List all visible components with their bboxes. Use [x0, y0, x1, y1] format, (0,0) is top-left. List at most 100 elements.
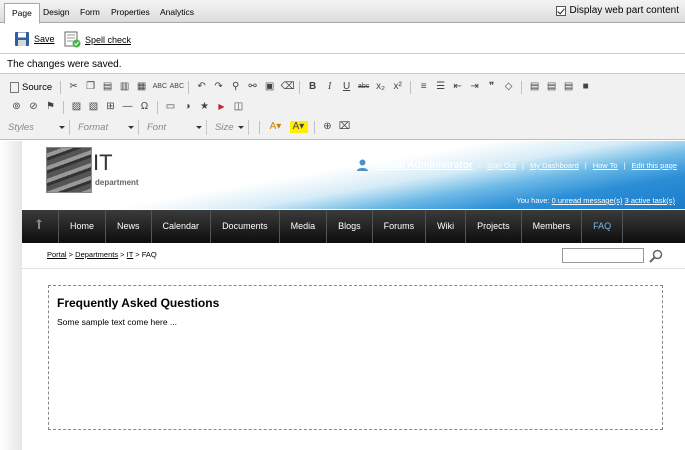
find-icon[interactable]: ⚲	[230, 81, 242, 93]
size-dropdown[interactable]: Size	[213, 119, 249, 135]
divider	[22, 268, 685, 269]
widget-icon[interactable]: ◫	[233, 101, 245, 113]
unread-messages-link[interactable]: 0 unread message(s)	[552, 196, 623, 205]
undo-icon[interactable]: ↶	[196, 81, 208, 93]
search-icon[interactable]	[649, 249, 663, 263]
horizontal-rule-icon[interactable]: ―	[122, 101, 134, 113]
editable-zone[interactable]: Frequently Asked Questions Some sample t…	[48, 285, 663, 430]
how-to-link[interactable]: How To	[593, 161, 618, 170]
tab-properties[interactable]: Properties	[104, 3, 157, 23]
content-title: Frequently Asked Questions	[57, 296, 220, 310]
superscript-icon[interactable]: x²	[392, 81, 404, 93]
justify-icon[interactable]: ■	[580, 81, 592, 93]
nav-calendar[interactable]: Calendar	[152, 210, 212, 243]
quick-image-icon[interactable]: ▧	[88, 101, 100, 113]
editor-margin	[0, 141, 22, 450]
tab-page[interactable]: Page	[4, 3, 40, 24]
quote-icon[interactable]: ❞	[486, 81, 498, 93]
you-have-label: You have:	[516, 196, 550, 205]
spellcheck-button[interactable]: Spell check	[64, 31, 131, 48]
bg-color-icon[interactable]: A▾	[289, 121, 308, 133]
crumb-portal[interactable]: Portal	[47, 250, 67, 259]
unlink-icon[interactable]: ⊘	[28, 101, 40, 113]
spellcheck-icon	[64, 31, 81, 48]
outdent-icon[interactable]: ⇤	[452, 81, 464, 93]
nav-faq[interactable]: FAQ	[582, 210, 624, 243]
spellcheck-label: Spell check	[85, 34, 132, 45]
tab-bar: Page Design Form Properties Analytics Di…	[0, 0, 685, 24]
bold-icon[interactable]: B	[307, 81, 319, 93]
crumb-departments[interactable]: Departments	[75, 250, 118, 259]
paste-word-icon[interactable]: ▦	[136, 81, 148, 93]
crumb-it[interactable]: IT	[127, 250, 134, 259]
align-right-icon[interactable]: ▤	[563, 81, 575, 93]
copy-icon[interactable]: ❐	[85, 81, 97, 93]
select-all-icon[interactable]: ▣	[264, 81, 276, 93]
anchor-icon[interactable]: ⚑	[45, 101, 57, 113]
user-bar: Global Administrator: Sign Out | My Dashb…	[356, 159, 677, 171]
subscript-icon[interactable]: x₂	[375, 81, 387, 93]
smiley-icon[interactable]: ★	[199, 101, 211, 113]
bullet-list-icon[interactable]: ☰	[435, 81, 447, 93]
special-char-icon[interactable]: Ω	[139, 101, 151, 113]
keyboard-logo-icon	[46, 147, 92, 193]
redo-icon[interactable]: ↷	[213, 81, 225, 93]
floppy-icon	[15, 32, 29, 46]
image-icon[interactable]: ▨	[71, 101, 83, 113]
styles-dropdown[interactable]: Styles	[6, 119, 70, 135]
nav-back-arrow[interactable]	[22, 210, 59, 243]
breadcrumb: Portal > Departments > IT > FAQ	[47, 250, 157, 259]
numbered-list-icon[interactable]: ≡	[418, 81, 430, 93]
youtube-icon[interactable]: ▶	[216, 101, 228, 113]
nav-news[interactable]: News	[106, 210, 152, 243]
indent-icon[interactable]: ⇥	[469, 81, 481, 93]
tab-analytics[interactable]: Analytics	[153, 3, 201, 23]
nav-forums[interactable]: Forums	[373, 210, 427, 243]
strike-icon[interactable]: abc	[358, 81, 370, 93]
tab-form[interactable]: Form	[73, 3, 107, 23]
nav-media[interactable]: Media	[280, 210, 328, 243]
save-button[interactable]: Save	[14, 31, 55, 47]
maximize-icon[interactable]: ⊕	[322, 121, 334, 133]
my-dashboard-link[interactable]: My Dashboard	[530, 161, 579, 170]
text-color-icon[interactable]: A▾	[267, 121, 285, 133]
underline-icon[interactable]: U	[341, 81, 353, 93]
eraser-icon[interactable]: ⌫	[281, 81, 295, 93]
display-webpart-label: Display web part content	[569, 5, 679, 16]
search-input[interactable]	[562, 248, 644, 263]
edit-page-link[interactable]: Edit this page	[632, 161, 677, 170]
paste-text-icon[interactable]: ▥	[119, 81, 131, 93]
italic-icon[interactable]: I	[324, 81, 336, 93]
align-center-icon[interactable]: ▤	[546, 81, 558, 93]
link-icon[interactable]: ⊚	[11, 101, 23, 113]
active-tasks-link[interactable]: 3 active task(s)	[625, 196, 675, 205]
checkbox-icon[interactable]	[556, 5, 567, 16]
nav-projects[interactable]: Projects	[466, 210, 522, 243]
nav-wiki[interactable]: Wiki	[426, 210, 467, 243]
cut-icon[interactable]: ✂	[68, 81, 80, 93]
scayt-icon[interactable]: ABC	[170, 81, 184, 93]
nav-members[interactable]: Members	[522, 210, 583, 243]
spell-icon[interactable]: ABC	[153, 81, 167, 93]
media-icon[interactable]: ◑	[182, 101, 194, 113]
div-icon[interactable]: ◇	[503, 81, 515, 93]
inline-widget-icon[interactable]: ▭	[165, 101, 177, 113]
display-webpart-checkbox[interactable]: Display web part content	[556, 5, 679, 16]
font-dropdown[interactable]: Font	[145, 119, 207, 135]
nav-blogs[interactable]: Blogs	[327, 210, 373, 243]
content-text: Some sample text come here ...	[57, 317, 177, 327]
source-button[interactable]: Source	[10, 81, 52, 93]
saved-message: The changes were saved.	[7, 59, 122, 70]
table-icon[interactable]: ⊞	[105, 101, 117, 113]
align-left-icon[interactable]: ▤	[529, 81, 541, 93]
sign-out-link[interactable]: Sign Out	[487, 161, 516, 170]
paste-icon[interactable]: ▤	[102, 81, 114, 93]
format-dropdown[interactable]: Format	[76, 119, 139, 135]
site-preview: IT department Global Administrator: Sign…	[22, 141, 685, 450]
nav-home[interactable]: Home	[59, 210, 107, 243]
nav-documents[interactable]: Documents	[211, 210, 280, 243]
replace-icon[interactable]: ⚯	[247, 81, 259, 93]
tab-design[interactable]: Design	[36, 3, 76, 23]
show-blocks-icon[interactable]: ⌧	[339, 121, 351, 133]
user-name-link[interactable]: Global Administrator	[374, 160, 473, 171]
